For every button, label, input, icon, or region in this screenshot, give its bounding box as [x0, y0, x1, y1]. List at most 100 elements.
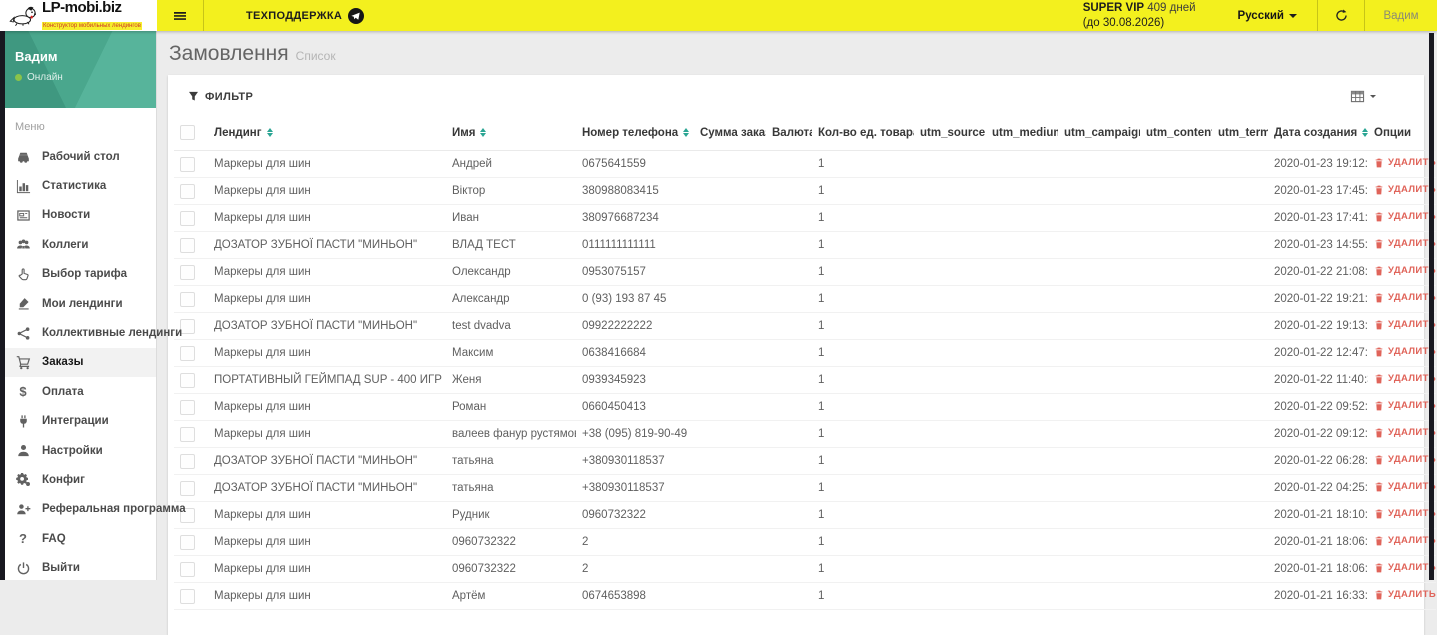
delete-button[interactable]: УДАЛИТЬ — [1374, 319, 1436, 330]
column-header: utm_medium — [986, 116, 1058, 151]
right-scrollbar[interactable] — [1429, 33, 1434, 580]
delete-button[interactable]: УДАЛИТЬ — [1374, 211, 1436, 222]
logo[interactable]: LP-mobi.biz Конструктор мобильных лендин… — [0, 0, 157, 31]
table-row: Маркеры для шин 0960732322 2 1 2020-01-21 18… — [174, 555, 1436, 583]
delete-button[interactable]: УДАЛИТЬ — [1374, 481, 1436, 492]
column-header[interactable]: Дата создания — [1268, 116, 1368, 151]
delete-button[interactable]: УДАЛИТЬ — [1374, 562, 1436, 573]
hamburger-menu-button[interactable] — [157, 0, 203, 31]
delete-button[interactable]: УДАЛИТЬ — [1374, 292, 1436, 303]
row-checkbox[interactable] — [180, 156, 195, 172]
telegram-icon — [348, 7, 365, 24]
columns-selector-button[interactable] — [1350, 90, 1376, 103]
sidebar-item-label: Выбор тарифа — [42, 268, 128, 281]
table-row: ПОРТАТИВНЫЙ ГЕЙМПАД SUP - 400 ИГР В 1 Жен… — [174, 366, 1436, 394]
cell-sum — [694, 447, 766, 475]
trash-icon — [1375, 590, 1383, 600]
cell-utm_term — [1212, 447, 1268, 475]
column-header[interactable]: Лендинг — [208, 116, 446, 151]
row-checkbox[interactable] — [180, 426, 195, 442]
sidebar-item-referral[interactable]: Реферальная программа — [0, 495, 186, 524]
delete-button[interactable]: УДАЛИТЬ — [1374, 346, 1436, 357]
sidebar-item-logout[interactable]: Выйти — [0, 553, 156, 582]
delete-button[interactable]: УДАЛИТЬ — [1374, 184, 1436, 195]
sidebar-item-collective-landings[interactable]: Коллективные лендинги — [0, 318, 182, 347]
delete-button[interactable]: УДАЛИТЬ — [1374, 157, 1436, 168]
row-checkbox[interactable] — [180, 453, 195, 469]
sidebar-item-integrations[interactable]: Интеграции — [0, 407, 156, 436]
trash-icon — [1375, 185, 1383, 195]
delete-button[interactable]: УДАЛИТЬ — [1374, 373, 1436, 384]
sidebar-item-config[interactable]: Конфиг — [0, 465, 156, 494]
sidebar-item-tariff[interactable]: Выбор тарифа — [0, 260, 156, 289]
row-checkbox[interactable] — [180, 183, 195, 199]
filter-button[interactable]: ФИЛЬТР — [188, 91, 253, 103]
cell-sum — [694, 366, 766, 394]
sidebar-item-settings[interactable]: Настройки — [0, 436, 156, 465]
cell-currency — [766, 204, 812, 232]
cell-utm_medium — [986, 393, 1058, 421]
cell-utm_campaign — [1058, 393, 1140, 421]
cell-created: 2020-01-22 09:12:28 — [1268, 420, 1368, 448]
table-row: Маркеры для шин Артём 0674653898 1 2020-01-2… — [174, 582, 1436, 610]
sidebar-item-orders[interactable]: Заказы — [0, 347, 156, 378]
cell-phone: 0638416684 — [576, 339, 694, 367]
row-checkbox[interactable] — [180, 345, 195, 361]
cell-utm_medium — [986, 582, 1058, 610]
logo-subtitle: Конструктор мобильных лендингов — [42, 22, 142, 30]
sidebar-item-my-landings[interactable]: Мои лендинги — [0, 289, 156, 318]
left-scrollbar[interactable] — [0, 31, 5, 580]
column-header[interactable]: Имя — [446, 116, 576, 151]
refresh-icon — [1335, 9, 1347, 21]
sidebar-item-statistics[interactable]: Статистика — [0, 171, 156, 200]
row-checkbox[interactable] — [180, 372, 195, 388]
sidebar-item-payment[interactable]: $ Оплата — [0, 377, 156, 406]
row-checkbox[interactable] — [180, 264, 195, 280]
language-label: Русский — [1237, 9, 1284, 22]
row-checkbox[interactable] — [180, 318, 195, 334]
row-checkbox[interactable] — [180, 399, 195, 415]
cell-utm_medium — [986, 285, 1058, 313]
sidebar-item-label: FAQ — [42, 532, 66, 545]
delete-button[interactable]: УДАЛИТЬ — [1374, 508, 1436, 519]
row-checkbox[interactable] — [180, 210, 195, 226]
select-all-checkbox[interactable] — [180, 125, 195, 140]
row-checkbox[interactable] — [180, 480, 195, 496]
cell-utm_term — [1212, 528, 1268, 556]
orders-table-head-row: ЛендингИмяНомер телефонаСумма заказаВалю… — [174, 116, 1436, 151]
cell-sum — [694, 258, 766, 286]
delete-button[interactable]: УДАЛИТЬ — [1374, 400, 1436, 411]
cell-phone: 0960732322 — [576, 501, 694, 529]
row-checkbox[interactable] — [180, 237, 195, 253]
language-selector[interactable]: Русский — [1218, 10, 1317, 22]
delete-button[interactable]: УДАЛИТЬ — [1374, 535, 1436, 546]
sidebar-item-news[interactable]: Новости — [0, 201, 156, 230]
delete-button[interactable]: УДАЛИТЬ — [1374, 589, 1436, 600]
delete-button[interactable]: УДАЛИТЬ — [1374, 265, 1436, 276]
cell-utm_campaign — [1058, 528, 1140, 556]
row-checkbox[interactable] — [180, 534, 195, 550]
cell-utm_content — [1140, 420, 1212, 448]
row-checkbox[interactable] — [180, 291, 195, 307]
cell-phone: 0111111111111 — [576, 231, 694, 259]
cell-utm_term — [1212, 501, 1268, 529]
sidebar-item-faq[interactable]: ? FAQ — [0, 524, 156, 553]
cell-utm_source — [914, 339, 986, 367]
user-menu[interactable]: Вадим — [1365, 10, 1437, 22]
column-header[interactable]: Номер телефона — [576, 116, 694, 151]
refresh-button[interactable] — [1318, 0, 1364, 31]
chart-icon — [15, 178, 31, 194]
delete-button[interactable]: УДАЛИТЬ — [1374, 454, 1436, 465]
sidebar-item-desktop[interactable]: Рабочий стол — [0, 142, 156, 171]
row-checkbox[interactable] — [180, 561, 195, 577]
delete-button[interactable]: УДАЛИТЬ — [1374, 238, 1436, 249]
cell-utm_content — [1140, 501, 1212, 529]
cell-currency — [766, 339, 812, 367]
trash-icon — [1375, 536, 1383, 546]
cell-landing: Маркеры для шин — [208, 501, 446, 529]
support-button[interactable]: ТЕХПОДДЕРЖКА — [204, 7, 382, 24]
sidebar-item-colleagues[interactable]: Коллеги — [0, 230, 156, 259]
cell-name: татьяна — [446, 447, 576, 475]
delete-button[interactable]: УДАЛИТЬ — [1374, 427, 1436, 438]
row-checkbox[interactable] — [180, 588, 195, 604]
